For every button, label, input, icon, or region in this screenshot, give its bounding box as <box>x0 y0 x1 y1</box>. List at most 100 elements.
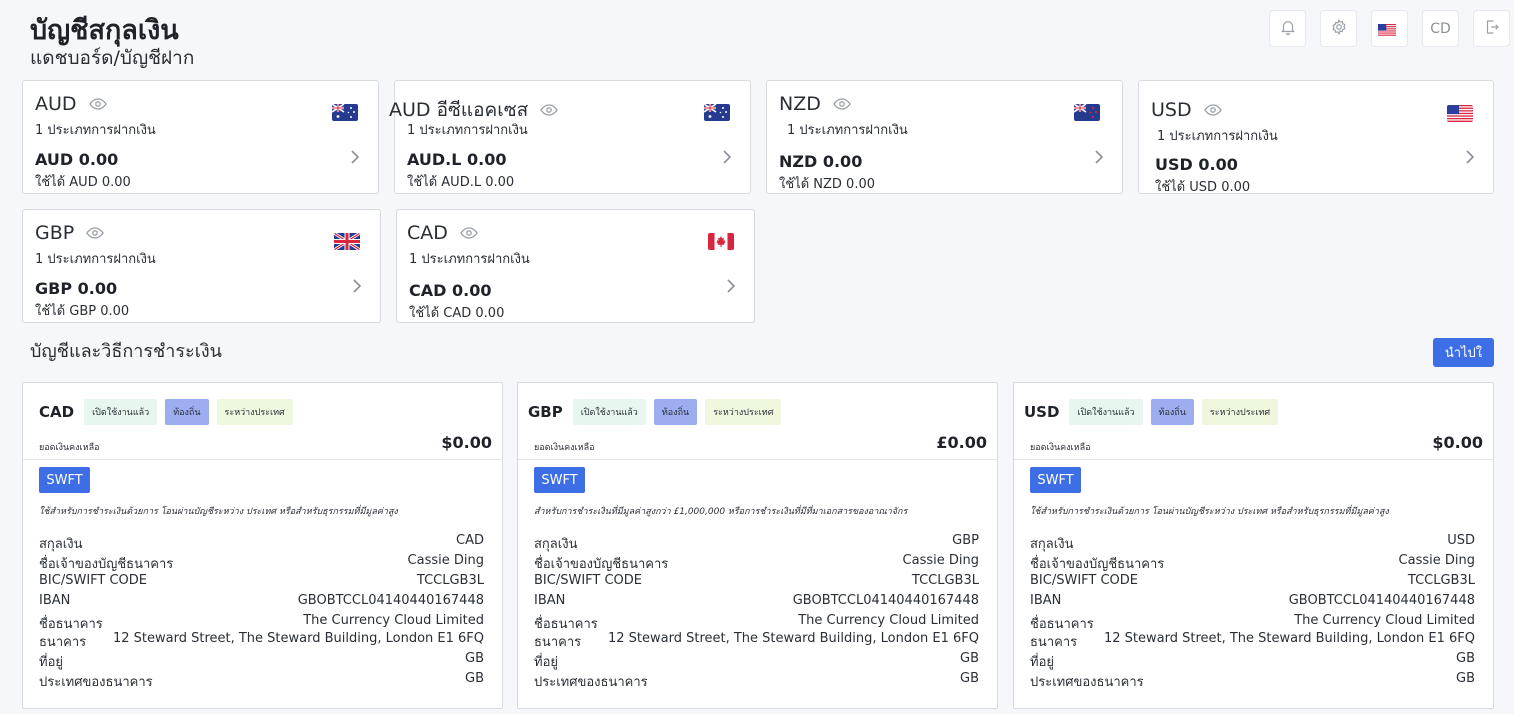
deposit-types: 1 ประเภทการฝากเงิน <box>35 252 156 267</box>
detail-row-bic: BIC/SWIFT CODE TCCLGB3L <box>1030 573 1475 588</box>
detail-row-bank-country: ประเทศของธนาคาร GB <box>1030 671 1475 690</box>
account-balance: GBP 0.00 <box>35 279 118 298</box>
account-card-aud[interactable]: AUD 1 ประเภทการฝากเงิน AUD 0.00 ใช้ได้ A… <box>22 80 379 194</box>
detail-row-currency: สกุลเงิน CAD <box>39 533 484 552</box>
eye-icon[interactable] <box>88 98 107 110</box>
bell-icon <box>1279 18 1297 40</box>
account-card-aud-easy-access[interactable]: AUD อีซีแอคเซส 1 ประเภทการฝากเงิน AUD.L … <box>389 80 751 194</box>
tag-international[interactable]: ระหว่างประเทศ <box>1201 399 1279 425</box>
detail-row-iban: IBAN GBOBTCCL04140440167448 <box>534 593 979 608</box>
chevron-right-icon[interactable] <box>348 149 362 165</box>
bank-card-cad: CAD เปิดใช้งานแล้ว ท้องถิ่น ระหว่างประเท… <box>22 382 503 709</box>
chevron-right-icon[interactable] <box>1092 149 1106 165</box>
swift-badge: SWFT <box>39 467 90 493</box>
detail-row-holder: ชื่อเจ้าของบัญชีธนาคาร Cassie Ding <box>1030 553 1475 572</box>
account-card-nzd[interactable]: NZD 1 ประเภทการฝากเงิน NZD 0.00 ใช้ได้ N… <box>766 80 1123 194</box>
account-card-cad[interactable]: CAD 1 ประเภทการฝากเงิน CAD 0.00 ใช้ได้ C… <box>396 209 755 323</box>
chevron-right-icon[interactable] <box>350 278 364 294</box>
deposit-types: 1 ประเภทการฝากเงิน <box>1157 129 1278 144</box>
account-card-usd[interactable]: USD 1 ประเภทการฝากเงิน USD 0.00 ใช้ได้ U… <box>1138 80 1494 195</box>
eye-icon[interactable] <box>86 227 104 239</box>
swift-badge: SWFT <box>534 467 585 493</box>
account-balance: AUD.L 0.00 <box>407 150 507 169</box>
settings-button[interactable] <box>1320 10 1357 47</box>
tag-local[interactable]: ท้องถิ่น <box>653 399 698 425</box>
bank-description: ใช้สำหรับการชำระเงินด้วยการ โอนผ่านบัญชี… <box>1030 507 1389 517</box>
detail-row-bank-country: ประเทศของธนาคาร GB <box>534 671 979 690</box>
account-code: GBP <box>35 222 75 244</box>
gear-icon <box>1330 18 1348 40</box>
account-available: ใช้ได้ CAD 0.00 <box>409 306 505 321</box>
eye-icon[interactable] <box>540 104 558 116</box>
eye-icon[interactable] <box>1203 104 1222 116</box>
detail-row-address: ที่อยู่ GB <box>1030 651 1475 670</box>
bank-balance: $0.00 <box>441 433 492 452</box>
logout-button[interactable] <box>1473 10 1510 47</box>
detail-row-bank-address: ธนาคาร 12 Steward Street, The Steward Bui… <box>534 631 979 650</box>
divider <box>1014 459 1493 460</box>
divider <box>23 459 502 460</box>
detail-row-bank-country: ประเทศของธนาคาร GB <box>39 671 484 690</box>
account-balance: AUD 0.00 <box>35 150 119 169</box>
language-button[interactable] <box>1371 10 1408 47</box>
detail-row-iban: IBAN GBOBTCCL04140440167448 <box>1030 593 1475 608</box>
bank-currency-code: GBP <box>528 403 563 421</box>
bank-currency-code: CAD <box>39 403 75 421</box>
balance-label: ยอดเงินคงเหลือ <box>1030 443 1091 453</box>
nz-flag-icon <box>1074 104 1100 121</box>
account-balance: NZD 0.00 <box>779 152 863 171</box>
balance-label: ยอดเงินคงเหลือ <box>39 443 100 453</box>
chevron-right-icon[interactable] <box>1463 149 1477 165</box>
notification-button[interactable] <box>1269 10 1306 47</box>
section-title: บัญชีและวิธีการชำระเงิน <box>30 341 222 362</box>
account-available: ใช้ได้ AUD.L 0.00 <box>407 175 515 190</box>
ca-flag-icon <box>708 233 734 250</box>
account-card-gbp[interactable]: GBP 1 ประเภทการฝากเงิน GBP 0.00 ใช้ได้ G… <box>22 209 381 323</box>
detail-row-address: ที่อยู่ GB <box>39 651 484 670</box>
deposit-types: 1 ประเภทการฝากเงิน <box>407 123 528 138</box>
tag-international[interactable]: ระหว่างประเทศ <box>705 399 782 425</box>
account-balance: CAD 0.00 <box>409 281 492 300</box>
chevron-right-icon[interactable] <box>720 149 734 165</box>
detail-row-bank-address: ธนาคาร 12 Steward Street, The Steward Bui… <box>1030 631 1475 650</box>
detail-row-iban: IBAN GBOBTCCL04140440167448 <box>39 593 484 608</box>
detail-row-holder: ชื่อเจ้าของบัญชีธนาคาร Cassie Ding <box>39 553 484 572</box>
us-flag-icon <box>1447 105 1473 122</box>
deposit-types: 1 ประเภทการฝากเงิน <box>409 252 530 267</box>
detail-row-bank-address: ธนาคาร 12 Steward Street, The Steward Bui… <box>39 631 484 650</box>
deposit-types: 1 ประเภทการฝากเงิน <box>35 123 156 138</box>
detail-row-currency: สกุลเงิน GBP <box>534 533 979 552</box>
swift-badge: SWFT <box>1030 467 1081 493</box>
bank-card-usd: USD เปิดใช้งานแล้ว ท้องถิ่น ระหว่างประเท… <box>1013 382 1494 709</box>
status-badge-active: เปิดใช้งานแล้ว <box>572 399 646 425</box>
top-actions: CD <box>1269 10 1510 47</box>
detail-row-address: ที่อยู่ GB <box>534 651 979 670</box>
account-code: CAD <box>407 222 448 244</box>
eye-icon[interactable] <box>460 227 478 239</box>
us-flag-icon <box>1377 21 1402 37</box>
avatar[interactable]: CD <box>1422 10 1459 47</box>
status-badge-active: เปิดใช้งานแล้ว <box>84 399 158 425</box>
bank-description: สำหรับการชำระเงินที่มีมูลค่าสูงกว่า £1,0… <box>534 507 908 517</box>
au-flag-icon <box>332 104 358 121</box>
deposit-types: 1 ประเภทการฝากเงิน <box>787 123 908 138</box>
gb-flag-icon <box>334 233 360 250</box>
status-badge-active: เปิดใช้งานแล้ว <box>1069 399 1143 425</box>
import-button[interactable]: นำไปใ <box>1433 338 1494 367</box>
bank-balance: $0.00 <box>1432 433 1483 452</box>
tag-local[interactable]: ท้องถิ่น <box>165 399 209 425</box>
tag-international[interactable]: ระหว่างประเทศ <box>216 399 293 425</box>
account-available: ใช้ได้ GBP 0.00 <box>35 304 130 319</box>
logout-icon <box>1483 18 1501 40</box>
breadcrumb[interactable]: แดชบอร์ด/บัญชีฝาก <box>30 43 194 73</box>
account-available: ใช้ได้ NZD 0.00 <box>779 177 876 192</box>
eye-icon[interactable] <box>833 98 851 110</box>
divider <box>518 459 997 460</box>
detail-row-bic: BIC/SWIFT CODE TCCLGB3L <box>39 573 484 588</box>
detail-row-currency: สกุลเงิน USD <box>1030 533 1475 552</box>
detail-row-holder: ชื่อเจ้าของบัญชีธนาคาร Cassie Ding <box>534 553 979 572</box>
tag-local[interactable]: ท้องถิ่น <box>1150 399 1194 425</box>
bank-balance: £0.00 <box>936 433 987 452</box>
chevron-right-icon[interactable] <box>724 278 738 294</box>
balance-label: ยอดเงินคงเหลือ <box>534 443 595 453</box>
